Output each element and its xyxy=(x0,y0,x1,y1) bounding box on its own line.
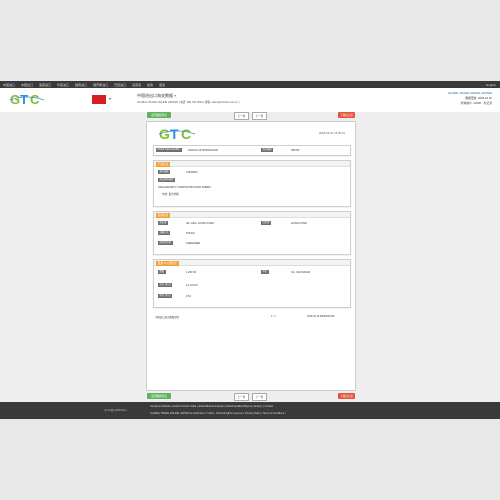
china-flag-icon[interactable] xyxy=(92,95,106,104)
trade-section-title: 贸易信息 xyxy=(156,212,171,218)
nav-item[interactable]: 中国出口 xyxy=(21,83,33,87)
header: G T C ▾ 中国进出口海关数据 » GLOBAL TRADE ONLINE … xyxy=(0,88,500,112)
copyright: GLOBAL TRADE ONLINE LIMITED is authorize… xyxy=(150,412,286,415)
prev-button-bottom[interactable]: 上一条 xyxy=(234,393,249,401)
desc-value: 27460000 xyxy=(186,170,198,174)
product-card: 产品信息 报关描述 27460000 商品编码描述 HIGH-DENSITY C… xyxy=(153,160,351,207)
nav-item[interactable]: 巴西进口 xyxy=(114,83,126,87)
product-card-header: 产品信息 xyxy=(154,161,350,167)
desc-label: 报关描述 xyxy=(158,170,171,174)
chevron-down-icon[interactable]: ▾ xyxy=(109,96,111,101)
user-count: 查询用户: 12000 · 条记录 xyxy=(460,101,492,105)
unit-value: KG, KILOGRAM xyxy=(291,270,310,274)
transport-value: TRUCK xyxy=(186,231,195,235)
back-to-list-button[interactable]: 返回数据列表 xyxy=(147,112,171,118)
gtc-logo-large: G T C xyxy=(158,126,196,142)
footnote-page: 1 / 1 xyxy=(271,315,276,318)
total-value: 12,179.00 xyxy=(186,283,198,287)
trade-card: 贸易信息 起运港 HK, HKG, HONG KONG 目的港 HONG KON… xyxy=(153,211,351,255)
record-id-card: Global Trade Identifier 2018-03-15 00000… xyxy=(153,145,351,156)
unit-price-value: 0.51 xyxy=(186,294,192,298)
amount-card-header: 数量 & 价值信息 xyxy=(154,260,350,266)
qty-label: 数量 xyxy=(158,270,166,274)
nav-item[interactable]: 俄罗斯进口 xyxy=(93,83,108,87)
svg-text:C: C xyxy=(30,92,40,107)
download-button[interactable]: 下载该记录 xyxy=(338,112,355,118)
nav-item[interactable]: 越南进口 xyxy=(75,83,87,87)
hs-label: 海关编码 xyxy=(261,148,274,152)
origin-label: 起运港 xyxy=(158,221,168,225)
amount-card: 数量 & 价值信息 数量 1,297.00 单位 KG, KILOGRAM 总价… xyxy=(153,259,351,308)
transport-label: 运输方式 xyxy=(158,231,171,235)
footnote-left: 中国进口海关数据详情 xyxy=(155,316,179,319)
product-description-en: HIGH-DENSITY COMPOSITE FOOD FABRIC xyxy=(158,186,212,189)
download-button-bottom[interactable]: 下载该记录 xyxy=(338,393,355,399)
back-to-list-button-bottom[interactable]: 返回数据列表 xyxy=(147,393,171,399)
next-button-bottom[interactable]: 下一条 xyxy=(252,393,267,401)
page-title: 中国进出口海关数据 » xyxy=(137,93,177,98)
unit-price-label: 单价 (美元) xyxy=(158,294,173,298)
prev-button[interactable]: 上一条 xyxy=(234,112,249,120)
nav-item[interactable]: 更多 xyxy=(159,83,165,87)
svg-text:C: C xyxy=(181,126,191,142)
svg-text:T: T xyxy=(170,126,179,142)
product-section-title: 产品信息 xyxy=(156,161,171,167)
next-button[interactable]: 下一条 xyxy=(252,112,267,120)
dest-label: 目的港 xyxy=(261,221,271,225)
record-date: 2018-02-07 14:00:21 xyxy=(319,131,345,135)
svg-text:T: T xyxy=(20,92,28,107)
footer-links[interactable]: Company Website | Global Customs Data | … xyxy=(150,405,273,408)
footer: 京ICP备14000000号 Company Website | Global … xyxy=(0,402,500,419)
nav-item[interactable]: 印度进口 xyxy=(57,83,69,87)
nav-item[interactable]: 美国进口 xyxy=(39,83,51,87)
footnote-right: 2018-03-15 00000043100 xyxy=(307,315,335,318)
port-value: SHENZHEN xyxy=(186,241,201,245)
nav-item[interactable]: 秘鲁 xyxy=(147,83,153,87)
origin-value: HK, HKG, HONG KONG xyxy=(186,221,215,225)
gtc-logo[interactable]: G T C xyxy=(8,92,46,108)
record-panel: G T C 2018-02-07 14:00:21 Global Trade I… xyxy=(146,121,356,391)
hs-value: 283791 xyxy=(291,148,300,152)
nav-item[interactable]: 中国进口 xyxy=(3,83,15,87)
top-nav-items: 中国进口 中国出口 美国进口 印度进口 越南进口 俄罗斯进口 巴西进口 墨西哥 秘鲁 更多 xyxy=(0,83,165,87)
svg-text:G: G xyxy=(159,126,170,142)
total-label: 总价 (美元) xyxy=(158,283,173,287)
header-right: GLOBAL TRADE ONLINE LIMITED 数据更新: 2018.1… xyxy=(448,91,492,106)
unit-label: 单位 xyxy=(261,270,269,274)
language-link[interactable]: English xyxy=(486,83,500,87)
id-value: 2018-03-15 00000043100 xyxy=(188,148,218,152)
dest-value: HONG KONG xyxy=(291,221,308,225)
name-label: 商品编码描述 xyxy=(158,178,175,182)
nav-item[interactable]: 墨西哥 xyxy=(132,83,141,87)
contact-line: GLOBAL TRADE ONLINE LIMITED | 电话: 086 75… xyxy=(137,101,240,104)
port-label: 境内目的地 xyxy=(158,241,173,245)
id-label: Global Trade Identifier xyxy=(156,148,182,152)
top-nav: 中国进口 中国出口 美国进口 印度进口 越南进口 俄罗斯进口 巴西进口 墨西哥 秘鲁 更多 Eng… xyxy=(0,81,500,88)
amount-section-title: 数量 & 价值信息 xyxy=(156,260,179,266)
product-description-cn: 中文: 复合布料 xyxy=(162,193,180,196)
trade-card-header: 贸易信息 xyxy=(154,212,350,218)
icp-number: 京ICP备14000000号 xyxy=(104,409,127,412)
qty-value: 1,297.00 xyxy=(186,270,197,274)
